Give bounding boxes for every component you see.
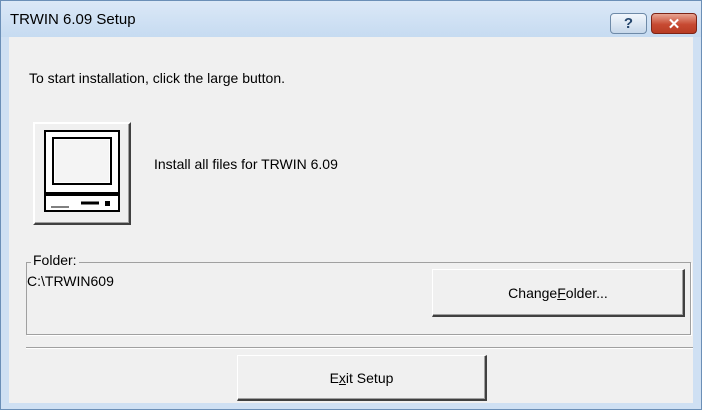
computer-icon (44, 130, 120, 212)
instruction-text: To start installation, click the large b… (29, 70, 286, 86)
window-title: TRWIN 6.09 Setup (10, 11, 136, 28)
change-folder-label-end: older... (565, 284, 608, 301)
exit-label-start: E (329, 369, 339, 386)
install-label: Install all files for TRWIN 6.09 (154, 156, 338, 172)
separator (26, 347, 693, 349)
dialog-body: To start installation, click the large b… (9, 37, 693, 403)
exit-label-end: it Setup (345, 369, 394, 386)
folder-legend: Folder: (31, 252, 79, 268)
install-all-button[interactable] (33, 122, 131, 225)
title-bar[interactable]: TRWIN 6.09 Setup ? ✕ (1, 1, 701, 37)
change-folder-label-start: Change (508, 284, 558, 301)
close-button[interactable]: ✕ (651, 13, 697, 34)
setup-window: TRWIN 6.09 Setup ? ✕ To start installati… (0, 0, 702, 410)
help-button[interactable]: ? (610, 13, 647, 34)
help-icon: ? (623, 15, 634, 32)
change-folder-mnemonic: F (557, 284, 566, 301)
folder-path: C:\TRWIN609 (27, 273, 114, 289)
exit-setup-button[interactable]: Ex it Setup (237, 355, 487, 401)
change-folder-button[interactable]: Change Folder... (432, 269, 685, 317)
close-icon: ✕ (667, 15, 681, 33)
exit-mnemonic: x (338, 369, 346, 386)
